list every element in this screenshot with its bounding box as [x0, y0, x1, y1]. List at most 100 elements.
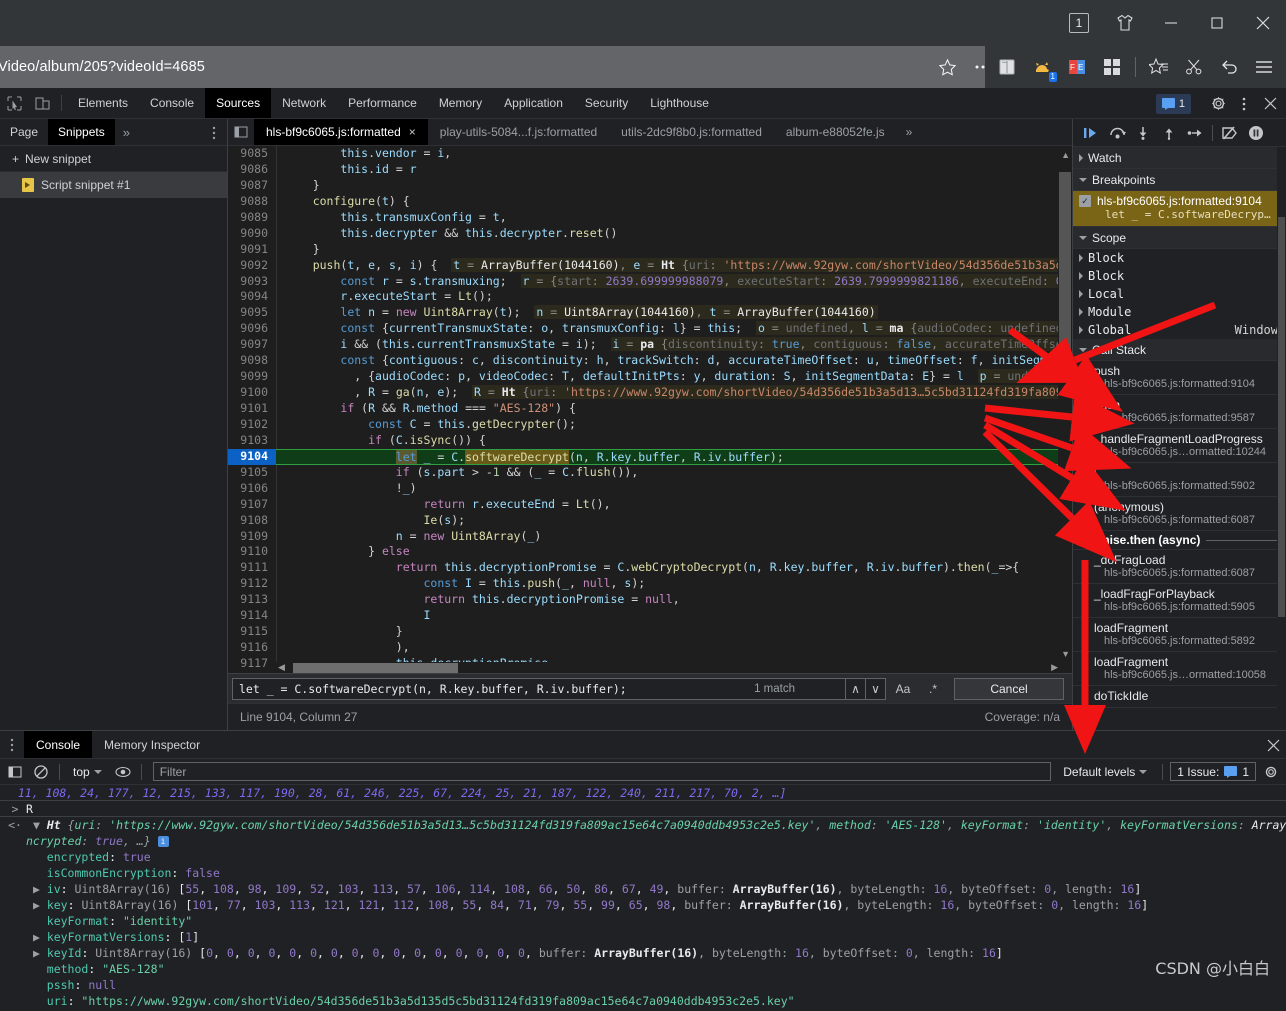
line-number[interactable]: 9111: [228, 560, 276, 577]
code-line[interactable]: 9107 return r.executeEnd = Lt(),: [228, 496, 1072, 513]
toggle-navigator-icon[interactable]: [228, 119, 254, 145]
line-number[interactable]: 9112: [228, 576, 276, 593]
code-line[interactable]: 9113 return this.decryptionPromise = nul…: [228, 592, 1072, 609]
code-line[interactable]: 9088 configure(t) {: [228, 193, 1072, 210]
line-text[interactable]: if (s.part > -1 && (_ = C.flush()),: [276, 465, 1072, 481]
line-text[interactable]: const {currentTransmuxState: o, transmux…: [276, 321, 1072, 337]
line-number[interactable]: 9099: [228, 369, 276, 386]
line-number[interactable]: 9095: [228, 305, 276, 322]
line-number[interactable]: 9104: [228, 448, 276, 465]
line-number[interactable]: 9116: [228, 640, 276, 656]
console-row[interactable]: ▶ iv: Uint8Array(16) [55, 108, 98, 109, …: [0, 881, 1286, 897]
console-row[interactable]: encrypted: true: [0, 849, 1286, 865]
line-text[interactable]: configure(t) {: [276, 194, 1072, 210]
tab-application[interactable]: Application: [493, 88, 574, 118]
fe-icon[interactable]: FE: [1061, 51, 1093, 83]
call-stack-item[interactable]: (anonymous) hls-bf9c6065.js:formatted:608…: [1073, 497, 1286, 531]
file-tab-utils[interactable]: utils-2dc9f8b0.js:formatted: [609, 119, 774, 145]
editor-vscroll-thumb[interactable]: [1059, 172, 1071, 362]
scope-row-block-1[interactable]: Block: [1073, 249, 1286, 267]
code-line[interactable]: 9086 this.id = r: [228, 161, 1072, 178]
tab-elements[interactable]: Elements: [67, 88, 139, 118]
line-number[interactable]: 9115: [228, 624, 276, 641]
line-number[interactable]: 9098: [228, 353, 276, 370]
live-expression-icon[interactable]: [112, 761, 134, 783]
nav-tab-snippets[interactable]: Snippets: [48, 119, 115, 145]
console-context-selector[interactable]: top: [67, 765, 108, 779]
line-number[interactable]: 9117: [228, 656, 276, 672]
console-row[interactable]: ▶ keyFormatVersions: [1]: [0, 929, 1286, 945]
section-breakpoints[interactable]: Breakpoints: [1073, 169, 1286, 191]
call-stack-item[interactable]: doTickIdle: [1073, 686, 1286, 708]
scope-row-block-2[interactable]: Block: [1073, 267, 1286, 285]
search-prev-button[interactable]: ∧: [846, 677, 866, 700]
tab-performance[interactable]: Performance: [337, 88, 428, 118]
console-row[interactable]: uri: "https://www.92gyw.com/shortVideo/5…: [0, 993, 1286, 1009]
line-number[interactable]: 9113: [228, 592, 276, 609]
line-text[interactable]: return this.decryptionPromise = C.webCry…: [276, 560, 1072, 576]
code-line[interactable]: 9100 , R = ga(n, e); R = Ht {uri: 'https…: [228, 385, 1072, 401]
line-text[interactable]: }: [276, 242, 1072, 258]
line-number[interactable]: 9087: [228, 177, 276, 194]
line-text[interactable]: r.executeStart = Lt();: [276, 289, 1072, 305]
line-text[interactable]: let n = new Uint8Array(t); n = Uint8Arra…: [276, 305, 1072, 321]
line-text[interactable]: let _ = C.softwareDecrypt(n, R.key.buffe…: [276, 448, 1072, 465]
line-number[interactable]: 9096: [228, 321, 276, 338]
line-text[interactable]: const {contiguous: c, discontinuity: h, …: [276, 353, 1072, 369]
code-line[interactable]: 9085 this.vendor = i,: [228, 146, 1072, 162]
code-lines[interactable]: 9085 this.vendor = i, 9086 this.id = r 908…: [228, 146, 1072, 673]
section-watch[interactable]: Watch: [1073, 147, 1286, 169]
console-row[interactable]: ncrypted: true, …} i: [0, 833, 1286, 849]
console-output[interactable]: 11, 108, 24, 177, 12, 215, 133, 117, 190…: [0, 785, 1286, 1011]
line-number[interactable]: 9107: [228, 496, 276, 513]
line-number[interactable]: 9094: [228, 289, 276, 306]
code-line[interactable]: 9105 if (s.part > -1 && (_ = C.flush()),: [228, 464, 1072, 481]
console-row[interactable]: pssh: null: [0, 977, 1286, 993]
call-stack-item[interactable]: _doFragLoad hls-bf9c6065.js:formatted:608…: [1073, 550, 1286, 584]
call-stack-item[interactable]: loadFragment hls-bf9c6065.js…ormatted:100…: [1073, 652, 1286, 686]
call-stack-item[interactable]: push hls-bf9c6065.js:formatted:9587: [1073, 395, 1286, 429]
step-into-icon[interactable]: [1131, 121, 1155, 145]
console-row[interactable]: ▶ key: Uint8Array(16) [101, 77, 103, 113…: [0, 897, 1286, 913]
drawer-close-icon[interactable]: [1267, 731, 1280, 759]
code-line[interactable]: 9116 ),: [228, 640, 1072, 656]
tab-sources[interactable]: Sources: [205, 88, 272, 118]
scroll-up-arrow-icon[interactable]: ▲: [1061, 150, 1070, 160]
resume-icon[interactable]: [1079, 121, 1103, 145]
console-row[interactable]: ▶ keyId: Uint8Array(16) [0, 0, 0, 0, 0, …: [0, 945, 1286, 961]
code-editor[interactable]: 9085 this.vendor = i, 9086 this.id = r 908…: [228, 146, 1072, 673]
code-line[interactable]: 9089 this.transmuxConfig = t,: [228, 209, 1072, 226]
cancel-button[interactable]: Cancel: [954, 677, 1064, 700]
grid-icon[interactable]: [1096, 51, 1128, 83]
star-icon[interactable]: [930, 50, 964, 84]
line-number[interactable]: 9092: [228, 257, 276, 274]
inspect-element-icon[interactable]: [0, 88, 28, 118]
line-text[interactable]: this.transmuxConfig = t,: [276, 210, 1072, 226]
line-number[interactable]: 9118: [228, 671, 276, 673]
address-bar[interactable]: Video/album/205?videoId=4685 1 FE: [0, 46, 1286, 88]
section-call-stack[interactable]: Call Stack: [1073, 339, 1286, 361]
file-tab-album[interactable]: album-e88052fe.js: [774, 119, 897, 145]
code-line[interactable]: 9104 let _ = C.softwareDecrypt(n, R.key.…: [228, 448, 1072, 465]
collections-icon[interactable]: [1143, 51, 1175, 83]
line-number[interactable]: 9090: [228, 225, 276, 242]
line-number[interactable]: 9100: [228, 385, 276, 401]
line-number[interactable]: 9103: [228, 432, 276, 449]
line-number[interactable]: 9110: [228, 544, 276, 561]
line-text[interactable]: this.id = r: [276, 162, 1072, 178]
drawer-kebab-icon[interactable]: [0, 731, 24, 758]
code-line[interactable]: 9108 Ie(s);: [228, 512, 1072, 529]
drawer-tab-console[interactable]: Console: [24, 731, 93, 758]
more-vertical-icon[interactable]: [1232, 92, 1256, 116]
navigator-kebab-icon[interactable]: [205, 119, 223, 146]
tab-console[interactable]: Console: [139, 88, 205, 118]
line-number[interactable]: 9085: [228, 146, 276, 162]
line-text[interactable]: !_): [276, 481, 1072, 497]
line-text[interactable]: push(t, e, s, i) { t = ArrayBuffer(10441…: [276, 257, 1072, 274]
call-stack-item[interactable]: _handleFragmentLoadProgress hls-bf9c6065.…: [1073, 429, 1286, 463]
pause-on-exceptions-icon[interactable]: [1244, 121, 1268, 145]
step-icon[interactable]: [1183, 121, 1207, 145]
console-row[interactable]: > R: [0, 801, 1286, 817]
code-line[interactable]: 9087 }: [228, 177, 1072, 194]
regex-toggle[interactable]: .*: [920, 677, 946, 701]
